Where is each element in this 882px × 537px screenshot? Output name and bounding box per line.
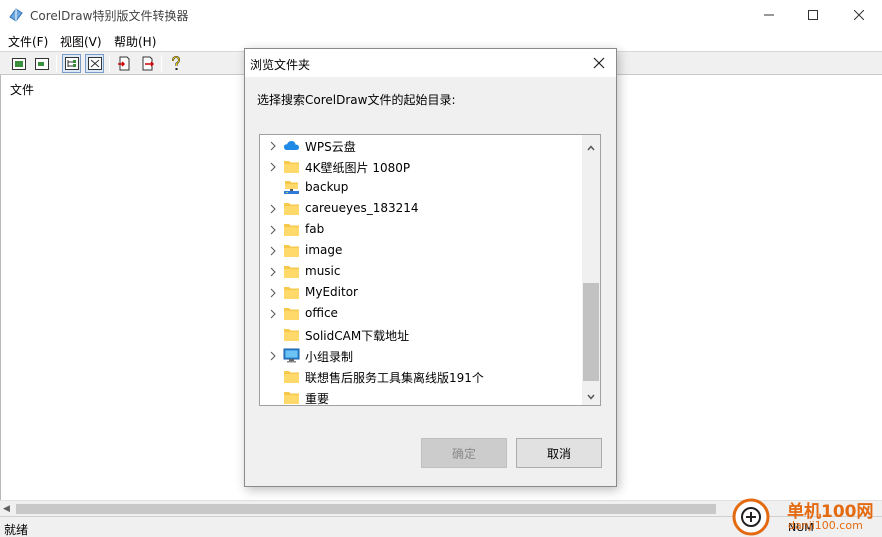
network-folder-icon [283,180,300,195]
cloud-icon [283,138,300,153]
menu-file[interactable]: 文件(F) [8,33,48,50]
dialog-prompt: 选择搜索CorelDraw文件的起始目录: [257,93,456,107]
folder-tree[interactable]: WPS云盘 4K壁纸图片 1080P backup careueyes_1832… [259,134,601,406]
horizontal-scroll-thumb[interactable] [16,504,716,514]
coreldraw-app-icon [8,7,24,23]
watermark-url: danji100.com [788,519,863,532]
folder-icon [283,327,300,342]
tree-item-wps-cloud[interactable]: WPS云盘 [260,135,580,156]
folder-icon [283,390,300,405]
tree-item-folder[interactable]: office [260,303,580,324]
menu-help[interactable]: 帮助(H) [114,33,156,50]
tree-item-folder[interactable]: fab [260,219,580,240]
tree-item-folder[interactable]: MyEditor [260,282,580,303]
tree-item-folder[interactable]: backup [260,177,580,198]
menu-view[interactable]: 视图(V) [60,33,102,50]
window-title: CorelDraw特别版文件转换器 [30,9,189,23]
chevron-right-icon[interactable] [268,287,278,298]
toolbar-separator [161,55,162,72]
tree-item-folder[interactable]: 4K壁纸图片 1080P [260,156,580,177]
folder-icon [283,243,300,258]
computer-icon [283,348,300,363]
tree-view-icon[interactable] [62,54,81,73]
cancel-button[interactable]: 取消 [516,438,602,468]
chevron-right-icon[interactable] [268,224,278,235]
folder-icon [283,285,300,300]
chevron-right-icon[interactable] [268,308,278,319]
scroll-left-icon[interactable]: ◀ [3,504,10,514]
status-text: 就绪 [4,523,29,537]
tree-vertical-scrollbar[interactable] [582,135,600,405]
tree-item-folder[interactable]: careueyes_183214 [260,198,580,219]
tree-item-folder[interactable]: 重要 [260,387,580,405]
scroll-up-icon[interactable] [587,140,595,154]
import-icon[interactable] [114,54,133,73]
folder-icon [283,159,300,174]
clear-view-icon[interactable] [85,54,104,73]
tree-item-folder[interactable]: image [260,240,580,261]
toolbar-separator [109,55,110,72]
chevron-right-icon[interactable] [268,203,278,214]
dialog-title: 浏览文件夹 [250,58,311,72]
dialog-title-bar: 浏览文件夹 [245,49,616,77]
chevron-right-icon[interactable] [268,266,278,277]
view-small-icon[interactable] [32,54,51,73]
folder-icon [283,306,300,321]
vertical-scroll-thumb[interactable] [583,283,599,381]
close-button[interactable] [836,0,882,30]
tree-item-folder[interactable]: 联想售后服务工具集离线版191个 [260,366,580,387]
chevron-right-icon[interactable] [268,140,278,151]
view-large-icon[interactable] [9,54,28,73]
maximize-button[interactable] [790,0,836,30]
folder-icon [283,264,300,279]
tree-item-folder[interactable]: SolidCAM下载地址 [260,324,580,345]
toolbar-separator [56,55,57,72]
export-icon[interactable] [137,54,156,73]
ok-button[interactable]: 确定 [421,438,507,468]
dialog-close-button[interactable] [585,51,613,75]
scroll-down-icon[interactable] [587,389,595,403]
tree-item-folder[interactable]: music [260,261,580,282]
browse-folder-dialog: 浏览文件夹 选择搜索CorelDraw文件的起始目录: WPS云盘 4K壁纸图片… [244,48,617,487]
file-column-header: 文件 [10,83,35,97]
watermark: 单机100网 danji100.com [732,497,882,537]
chevron-right-icon[interactable] [268,350,278,361]
chevron-right-icon[interactable] [268,161,278,172]
close-icon [593,57,605,69]
watermark-logo-icon [732,497,772,537]
title-bar: CorelDraw特别版文件转换器 [0,0,882,30]
folder-icon [283,201,300,216]
minimize-button[interactable] [746,0,792,30]
folder-icon [283,369,300,384]
help-icon[interactable] [166,54,185,73]
folder-icon [283,222,300,237]
chevron-right-icon[interactable] [268,245,278,256]
tree-item-computer[interactable]: 小组录制 [260,345,580,366]
